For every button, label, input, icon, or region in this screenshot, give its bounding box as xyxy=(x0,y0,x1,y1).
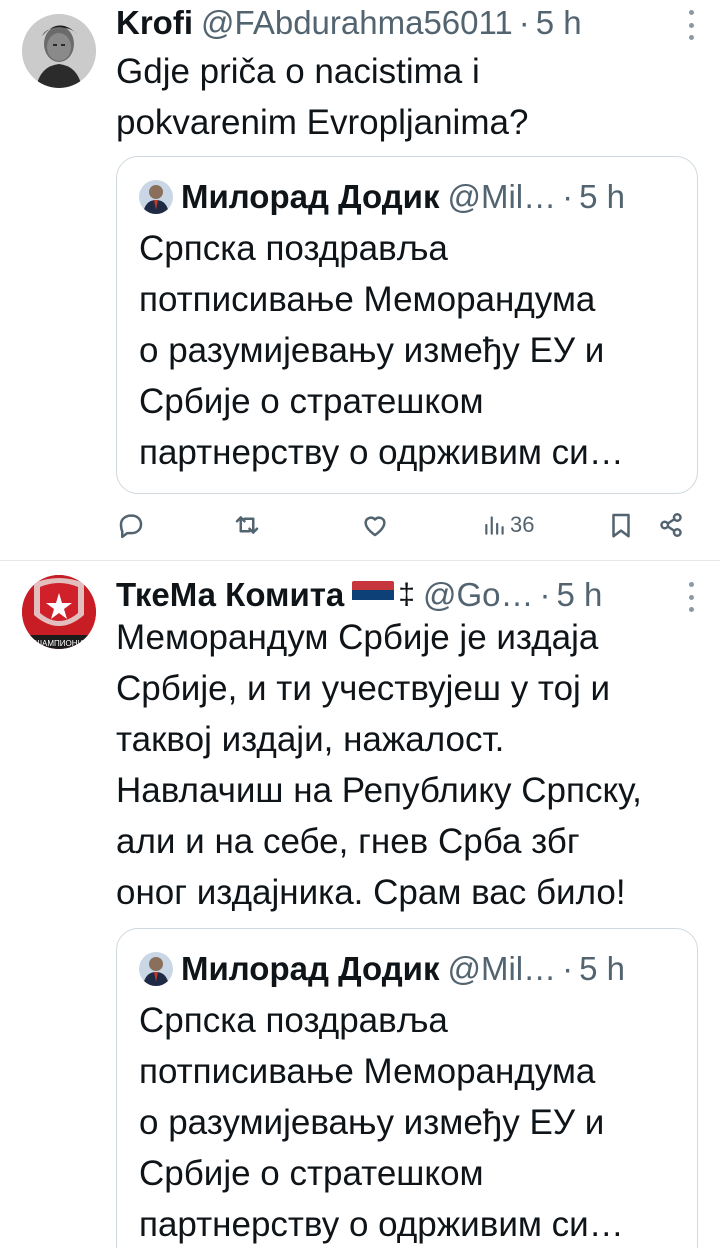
quoted-tweet[interactable]: Милорад Додик @Mil… · 5 h Српска поздрав… xyxy=(116,156,698,494)
serbia-flag-icon xyxy=(352,581,395,609)
timestamp[interactable]: 5 h xyxy=(536,4,582,42)
tweet-header: ТкеМа Комита ‡ @Go… · 5 h xyxy=(116,575,670,615)
author-name[interactable]: Krofi xyxy=(116,4,193,42)
tweet-text: Меморандум Србије је издаја Србије, и ти… xyxy=(116,618,642,912)
quote-header: Милорад Додик @Mil… · 5 h xyxy=(139,177,677,217)
more-options-icon[interactable] xyxy=(686,10,696,40)
separator: · xyxy=(562,178,574,215)
like-button[interactable] xyxy=(360,510,390,540)
views-icon xyxy=(485,516,504,535)
share-icon xyxy=(660,513,682,537)
quote-author-handle: @Mil… xyxy=(447,950,557,987)
quote-text: Српска поздравља потписивање Меморандума… xyxy=(139,1001,624,1244)
quote-text: Српска поздравља потписивање Меморандума… xyxy=(139,229,624,472)
more-options-icon[interactable] xyxy=(686,582,696,612)
quote-author-name: Милорад Додик xyxy=(181,178,440,215)
quote-avatar xyxy=(139,952,173,986)
author-handle[interactable]: @Go… xyxy=(423,576,534,614)
timestamp[interactable]: 5 h xyxy=(556,576,602,614)
reply-icon xyxy=(119,514,143,539)
orthodox-cross-icon: ‡ xyxy=(398,578,415,611)
like-icon xyxy=(364,516,386,537)
tweet-header: Krofi @FAbdurahma56011 · 5 h xyxy=(116,3,670,43)
share-button[interactable] xyxy=(656,510,686,540)
avatar[interactable]: ШАМПИОНИ xyxy=(22,575,96,649)
bookmark-icon xyxy=(612,513,630,538)
reply-button[interactable] xyxy=(116,510,146,540)
quote-author-name: Милорад Додик xyxy=(181,950,440,987)
retweet-icon xyxy=(235,516,259,534)
author-name[interactable]: ТкеМа Комита xyxy=(116,576,344,614)
retweet-button[interactable] xyxy=(232,510,262,540)
avatar[interactable] xyxy=(22,14,96,88)
quote-header: Милорад Додик @Mil… · 5 h xyxy=(139,949,677,989)
quote-author-handle: @Mil… xyxy=(447,178,557,215)
quote-timestamp: 5 h xyxy=(579,178,626,215)
views-button[interactable]: 36 xyxy=(482,510,534,540)
separator: · xyxy=(562,950,574,987)
svg-text:ШАМПИОНИ: ШАМПИОНИ xyxy=(35,639,84,648)
views-count: 36 xyxy=(510,512,535,537)
quote-avatar xyxy=(139,180,173,214)
bookmark-button[interactable] xyxy=(606,510,636,540)
quoted-tweet[interactable]: Милорад Додик @Mil… · 5 h Српска поздрав… xyxy=(116,928,698,1248)
divider xyxy=(0,560,720,561)
tweet-text: Gdje priča o nacistima i pokvarenim Evro… xyxy=(116,52,529,142)
author-handle[interactable]: @FAbdurahma56011 xyxy=(201,4,513,42)
quote-timestamp: 5 h xyxy=(579,950,626,987)
separator: · xyxy=(518,4,530,41)
separator: · xyxy=(539,576,551,613)
